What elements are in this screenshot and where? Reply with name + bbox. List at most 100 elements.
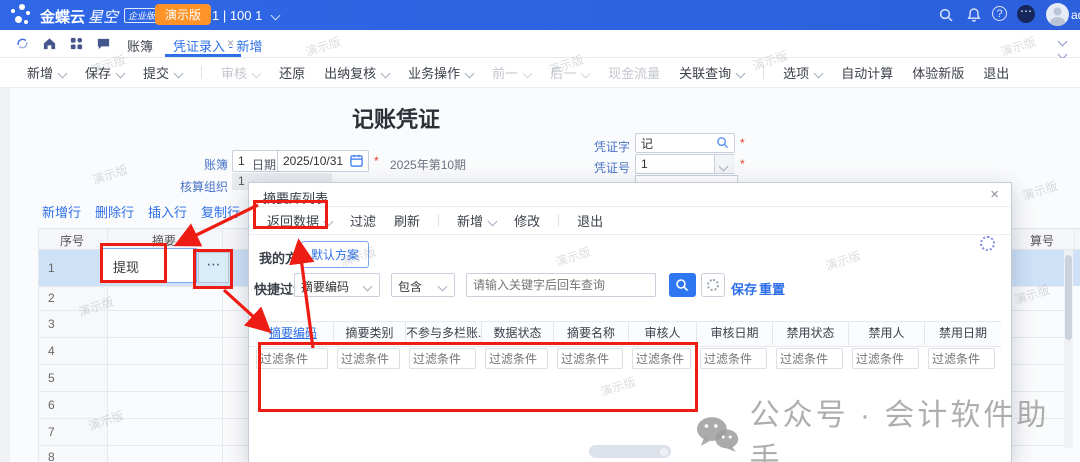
tab-account-books[interactable]: 账簿 <box>127 36 153 55</box>
avatar[interactable] <box>1046 3 1069 26</box>
menu-exit[interactable]: 退出 <box>983 63 1009 82</box>
summary-library-dialog: 摘要库列表 × 返回数据 过滤 刷新 新增 修改 退出 我的方案 默认方案 快捷… <box>248 182 1012 462</box>
keyword-input[interactable] <box>466 273 656 297</box>
scrollbar-thumb[interactable] <box>1065 255 1072 340</box>
filter-cell-input[interactable] <box>485 348 548 369</box>
column-header-summary-code[interactable]: 摘要编码 <box>253 322 334 345</box>
return-data-button[interactable]: 返回数据 <box>267 211 332 230</box>
grid-col-seq: 序号 <box>60 232 84 249</box>
dialog-hscrollbar[interactable] <box>589 445 671 458</box>
column-header[interactable]: 摘要名称 <box>554 322 629 345</box>
menu-cash-flow: 现金流量 <box>608 63 660 82</box>
menu-save[interactable]: 保存 <box>85 63 124 82</box>
menu-submit[interactable]: 提交 <box>143 63 182 82</box>
message-icon[interactable] <box>96 36 111 51</box>
filter-cell-input[interactable] <box>700 348 767 369</box>
search-icon[interactable] <box>938 7 954 23</box>
column-header[interactable]: 禁用状态 <box>773 322 849 345</box>
date-label: 日期 <box>252 156 276 173</box>
feedback-dots-icon[interactable]: ⋯ <box>1017 5 1035 23</box>
grid-vertical-scrollbar[interactable] <box>1064 250 1073 448</box>
voucher-no-dropdown[interactable] <box>714 155 735 173</box>
row-number[interactable]: 2 <box>48 291 55 305</box>
filter-button[interactable]: 过滤 <box>350 211 376 230</box>
dialog-filter-row <box>249 345 1001 373</box>
username-label[interactable]: adm <box>1071 8 1080 22</box>
default-scheme-button[interactable]: 默认方案 <box>301 241 369 268</box>
dialog-settings-gear-icon[interactable] <box>980 236 995 251</box>
menu-separator <box>763 66 764 79</box>
row-number[interactable]: 5 <box>48 371 55 385</box>
apps-grid-icon[interactable] <box>69 36 84 51</box>
filter-cell-input[interactable] <box>776 348 843 369</box>
add-row-button[interactable]: 新增行 <box>42 202 81 221</box>
brand-name: 金蝶云 <box>40 6 85 27</box>
column-header[interactable]: 禁用人 <box>849 322 925 345</box>
insert-row-button[interactable]: 插入行 <box>148 202 187 221</box>
dialog-close-icon[interactable]: × <box>990 186 999 203</box>
scrollbar-knob <box>660 448 668 456</box>
row-number[interactable]: 1 <box>48 261 55 275</box>
page-title: 记账凭证 <box>352 102 440 134</box>
save-scheme-link[interactable]: 保存 <box>731 279 757 298</box>
calendar-icon[interactable] <box>350 154 363 167</box>
reset-link[interactable]: 重置 <box>759 279 785 298</box>
filter-cell-input[interactable] <box>557 348 623 369</box>
column-header[interactable]: 审核日期 <box>697 322 773 345</box>
menu-auto-calc[interactable]: 自动计算 <box>841 63 893 82</box>
menu-cashier-review[interactable]: 出纳复核 <box>324 63 389 82</box>
brand-name-suffix: 星空 <box>88 6 118 27</box>
help-icon[interactable]: ? <box>992 6 1007 21</box>
org-switcher[interactable]: 1 | 100 1 <box>212 8 262 23</box>
filter-operator-select[interactable]: 包含 <box>391 273 455 297</box>
org-switcher-chevron-icon[interactable] <box>271 11 281 21</box>
search-button[interactable] <box>669 273 696 297</box>
sync-icon[interactable] <box>15 36 30 51</box>
app-window: 金蝶云 星空 企业版 演示版 1 | 100 1 ? ⋯ adm <box>0 0 1080 462</box>
demo-watermark: 演示版 <box>90 161 130 188</box>
delete-row-button[interactable]: 删除行 <box>95 202 134 221</box>
column-header[interactable]: 数据状态 <box>482 322 554 345</box>
dialog-table-header: 摘要编码 摘要类别 不参与多栏账... 数据状态 摘要名称 审核人 审核日期 禁… <box>249 321 1001 347</box>
row-number[interactable]: 3 <box>48 317 55 331</box>
voucher-word-lookup-icon[interactable] <box>716 136 729 149</box>
filter-cell-input[interactable] <box>632 348 691 369</box>
column-header[interactable]: 不参与多栏账... <box>406 322 482 345</box>
summary-cell-editor[interactable]: 提现 <box>102 248 197 283</box>
filter-field-select[interactable]: 摘要编码 <box>294 273 380 297</box>
row-number[interactable]: 7 <box>48 425 55 439</box>
dialog-exit-button[interactable]: 退出 <box>577 211 603 230</box>
dialog-add-button[interactable]: 新增 <box>457 211 496 230</box>
menu-restore[interactable]: 还原 <box>279 63 305 82</box>
voucher-no-required-mark: * <box>740 157 745 171</box>
menu-new-version[interactable]: 体验新版 <box>912 63 964 82</box>
summary-lookup-more-button[interactable]: ⋯ <box>198 252 229 283</box>
filter-cell-input[interactable] <box>852 348 919 369</box>
demo-badge: 演示版 <box>155 4 211 25</box>
row-number[interactable]: 8 <box>48 450 55 462</box>
column-header[interactable]: 摘要类别 <box>334 322 406 345</box>
filter-cell-input[interactable] <box>256 348 328 369</box>
filter-cell-input[interactable] <box>409 348 476 369</box>
menu-linked-query[interactable]: 关联查询 <box>679 63 744 82</box>
filter-cell-input[interactable] <box>337 348 400 369</box>
row-number[interactable]: 6 <box>48 398 55 412</box>
edition-badge: 企业版 <box>124 8 159 23</box>
menu-next: 后一 <box>550 63 589 82</box>
date-required-mark: * <box>374 154 379 168</box>
modify-button[interactable]: 修改 <box>514 211 540 230</box>
tab-voucher-entry-new[interactable]: 凭证录入 - 新增 <box>173 36 263 55</box>
home-icon[interactable] <box>42 36 57 51</box>
filter-settings-gear-button[interactable] <box>701 273 725 297</box>
menu-options[interactable]: 选项 <box>783 63 822 82</box>
column-header[interactable]: 审核人 <box>629 322 697 345</box>
copy-row-button[interactable]: 复制行 <box>201 202 240 221</box>
filter-cell-input[interactable] <box>928 348 995 369</box>
column-header[interactable]: 禁用日期 <box>925 322 1001 345</box>
notification-bell-icon[interactable] <box>966 7 982 23</box>
menu-business-ops[interactable]: 业务操作 <box>408 63 473 82</box>
row-number[interactable]: 4 <box>48 344 55 358</box>
menu-new[interactable]: 新增 <box>27 63 66 82</box>
tab-close-icon[interactable]: × <box>227 36 234 50</box>
refresh-button[interactable]: 刷新 <box>394 211 420 230</box>
